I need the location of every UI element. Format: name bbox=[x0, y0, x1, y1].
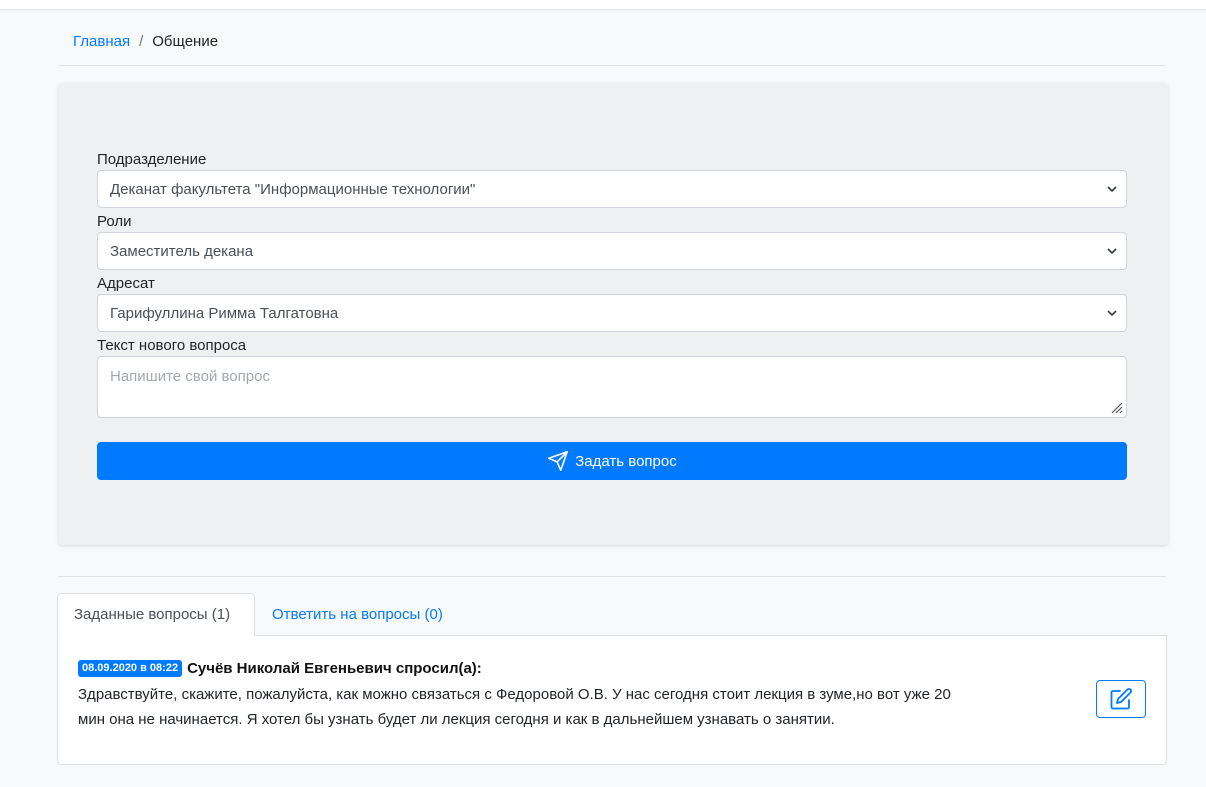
role-select[interactable]: Заместитель декана bbox=[97, 232, 1127, 270]
divider bbox=[58, 65, 1166, 66]
top-navbar bbox=[0, 0, 1206, 10]
breadcrumb-home-link[interactable]: Главная bbox=[73, 33, 130, 50]
tab-answer-questions[interactable]: Ответить на вопросы (0) bbox=[256, 593, 459, 636]
chevron-down-icon bbox=[1107, 186, 1117, 193]
breadcrumb-current: Общение bbox=[152, 33, 219, 50]
role-label: Роли bbox=[97, 213, 132, 230]
divider bbox=[58, 576, 1166, 577]
role-select-value: Заместитель декана bbox=[110, 242, 254, 260]
chevron-down-icon bbox=[1107, 248, 1117, 255]
recipient-select-value: Гарифуллина Римма Талгатовна bbox=[110, 304, 339, 322]
chevron-down-icon bbox=[1107, 310, 1117, 317]
breadcrumb: Главная / Общение bbox=[73, 33, 218, 50]
question-text: Здравствуйте, скажите, пожалуйста, как м… bbox=[78, 686, 951, 728]
department-label: Подразделение bbox=[97, 151, 207, 168]
question-textarea[interactable]: Напишите свой вопрос bbox=[97, 356, 1127, 418]
send-icon bbox=[548, 451, 569, 471]
edit-icon bbox=[1110, 688, 1132, 710]
department-select-value: Деканат факультета "Информационные техно… bbox=[110, 180, 476, 198]
edit-question-button[interactable] bbox=[1096, 680, 1146, 718]
question-header: 08.09.2020 в 08:22 Сучёв Николай Евгенье… bbox=[78, 660, 482, 677]
question-date-badge: 08.09.2020 в 08:22 bbox=[78, 660, 183, 677]
question-author: Сучёв Николай Евгеньевич спросил(а): bbox=[187, 660, 482, 677]
question-placeholder: Напишите свой вопрос bbox=[110, 368, 270, 385]
question-text-label: Текст нового вопроса bbox=[97, 337, 247, 354]
breadcrumb-separator: / bbox=[139, 33, 144, 50]
recipient-label: Адресат bbox=[97, 275, 155, 292]
tab-asked-questions[interactable]: Заданные вопросы (1) bbox=[57, 593, 255, 636]
resize-handle-icon[interactable] bbox=[1109, 400, 1123, 414]
ask-question-button-label: Задать вопрос bbox=[575, 452, 677, 470]
department-select[interactable]: Деканат факультета "Информационные техно… bbox=[97, 170, 1127, 208]
ask-question-button[interactable]: Задать вопрос bbox=[97, 442, 1127, 480]
recipient-select[interactable]: Гарифуллина Римма Талгатовна bbox=[97, 294, 1127, 332]
